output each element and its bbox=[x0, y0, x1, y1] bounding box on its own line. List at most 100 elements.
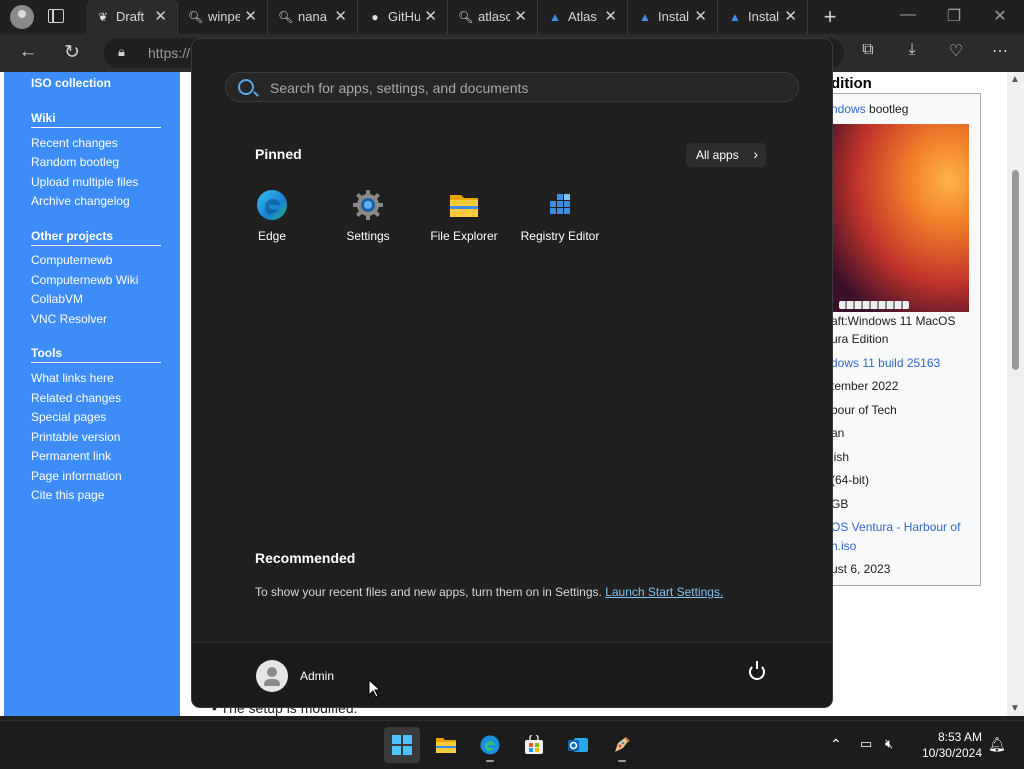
paint-icon bbox=[615, 737, 630, 752]
tab-github[interactable]: ● GitHu ✕ bbox=[358, 0, 448, 34]
nav-heading-tools: Tools bbox=[31, 346, 161, 363]
tab-winpe[interactable]: 🔍︎ winpe ✕ bbox=[178, 0, 268, 34]
nav-link[interactable]: Page information bbox=[31, 469, 122, 483]
recommended-heading: Recommended bbox=[255, 550, 356, 566]
close-tab-icon[interactable]: ✕ bbox=[694, 7, 707, 25]
start-button[interactable] bbox=[384, 727, 420, 763]
close-tab-icon[interactable]: ✕ bbox=[514, 7, 527, 25]
nav-link[interactable]: Random bootleg bbox=[31, 155, 119, 169]
start-search-box[interactable] bbox=[225, 72, 799, 102]
nav-link[interactable]: What links here bbox=[31, 371, 114, 385]
nav-link[interactable]: Recent changes bbox=[31, 136, 118, 150]
back-icon[interactable]: ← bbox=[16, 41, 40, 63]
nav-link[interactable]: Computernewb bbox=[31, 253, 112, 267]
start-icon bbox=[392, 735, 412, 755]
scroll-up-icon[interactable]: ▲ bbox=[1010, 74, 1020, 85]
nav-link[interactable]: Cite this page bbox=[31, 488, 104, 502]
tab-actions-icon[interactable] bbox=[48, 9, 64, 23]
nav-link[interactable]: VNC Resolver bbox=[31, 312, 107, 326]
tab-label: nana bbox=[298, 9, 327, 24]
infobox-file[interactable]: OS Ventura - Harbour of bbox=[831, 520, 960, 534]
recommended-text: To show your recent files and new apps, … bbox=[255, 585, 602, 599]
system-clock[interactable]: 8:53 AM 10/30/2024 bbox=[890, 729, 982, 761]
nav-heading-wiki: Wiki bbox=[31, 111, 161, 128]
more-menu-icon[interactable]: ⋯ bbox=[988, 41, 1012, 61]
close-tab-icon[interactable]: ✕ bbox=[784, 7, 797, 25]
close-tab-icon[interactable]: ✕ bbox=[424, 7, 437, 25]
restore-icon[interactable]: ❐ bbox=[944, 6, 964, 26]
tab-nana[interactable]: 🔍︎ nana ✕ bbox=[268, 0, 358, 34]
show-hidden-icons-chevron-up-icon[interactable]: ⌃ bbox=[830, 736, 842, 753]
infobox-file[interactable]: h.iso bbox=[831, 539, 856, 553]
tab-label: atlasc bbox=[478, 9, 510, 24]
scrollbar-thumb[interactable] bbox=[1012, 170, 1019, 370]
nav-link[interactable]: Computernewb Wiki bbox=[31, 273, 138, 287]
close-tab-icon[interactable]: ✕ bbox=[334, 7, 347, 25]
taskbar-outlook[interactable] bbox=[560, 727, 596, 763]
power-icon[interactable] bbox=[749, 661, 765, 680]
user-name[interactable]: Admin bbox=[300, 669, 334, 683]
scroll-down-icon[interactable]: ▼ bbox=[1010, 703, 1020, 714]
taskbar-paint[interactable] bbox=[604, 727, 640, 763]
search-icon: 🔍︎ bbox=[188, 10, 204, 24]
search-icon bbox=[238, 79, 254, 95]
notifications-bell-icon[interactable]: 🔔︎ bbox=[988, 736, 1006, 753]
infobox-caption: ura Edition bbox=[831, 332, 889, 346]
tab-atlas[interactable]: ▲ Atlas ✕ bbox=[538, 0, 628, 34]
atlas-icon: ▲ bbox=[639, 10, 651, 24]
search-icon: 🔍︎ bbox=[458, 10, 474, 24]
tab-label: GitHu bbox=[388, 9, 420, 24]
screenshot-image[interactable] bbox=[831, 124, 969, 312]
nav-link[interactable]: Printable version bbox=[31, 430, 120, 444]
tab-draft[interactable]: ❦ Draft ✕ bbox=[86, 0, 178, 34]
infobox-language: an bbox=[831, 426, 845, 440]
minimize-icon[interactable]: — bbox=[898, 6, 918, 24]
pinned-app-file-explorer[interactable]: File Explorer bbox=[416, 187, 512, 247]
infobox-date: tember 2022 bbox=[831, 379, 899, 393]
start-search-input[interactable] bbox=[268, 76, 772, 100]
taskbar-store[interactable] bbox=[516, 727, 552, 763]
close-tab-icon[interactable]: ✕ bbox=[244, 7, 257, 25]
page-scrollbar[interactable]: ▲ ▼ bbox=[1007, 72, 1024, 716]
launch-start-settings-link[interactable]: Launch Start Settings. bbox=[605, 585, 723, 599]
taskbar-edge[interactable] bbox=[472, 727, 508, 763]
pinned-app-edge[interactable]: Edge bbox=[224, 187, 320, 247]
infobox-based-on[interactable]: dows 11 build 25163 bbox=[831, 356, 940, 370]
github-icon: ● bbox=[371, 10, 379, 24]
downloads-icon[interactable]: ⤓ bbox=[900, 41, 924, 59]
tab-install-2[interactable]: ▲ Instal ✕ bbox=[718, 0, 808, 34]
nav-link[interactable]: Permanent link bbox=[31, 449, 111, 463]
nav-link[interactable]: CollabVM bbox=[31, 292, 83, 306]
chevron-right-icon: › bbox=[753, 146, 758, 162]
profile-avatar-icon[interactable] bbox=[10, 5, 34, 29]
collections-icon[interactable]: ⧉ bbox=[856, 41, 880, 59]
running-indicator bbox=[486, 760, 494, 762]
nav-link[interactable]: Archive changelog bbox=[31, 194, 130, 208]
taskbar-file-explorer[interactable] bbox=[428, 727, 464, 763]
tab-atlas-search[interactable]: 🔍︎ atlasc ✕ bbox=[448, 0, 538, 34]
nav-link-iso-collection[interactable]: ISO collection bbox=[31, 76, 111, 90]
all-apps-button[interactable]: All apps › bbox=[686, 143, 766, 167]
nav-link[interactable]: Special pages bbox=[31, 410, 106, 424]
network-icon[interactable]: ▭ bbox=[860, 736, 872, 752]
pinned-app-settings[interactable]: Settings bbox=[320, 187, 416, 247]
nav-link[interactable]: Upload multiple files bbox=[31, 175, 138, 189]
start-menu: Pinned All apps › Edge Settings bbox=[192, 39, 832, 707]
pinned-app-registry-editor[interactable]: Registry Editor bbox=[512, 187, 608, 247]
close-tab-icon[interactable]: ✕ bbox=[604, 7, 617, 25]
url-text[interactable]: https:// bbox=[148, 45, 190, 61]
infobox-author: bour of Tech bbox=[831, 403, 897, 417]
close-window-icon[interactable]: ✕ bbox=[990, 6, 1010, 26]
new-tab-icon[interactable]: + bbox=[818, 4, 842, 30]
close-tab-icon[interactable]: ✕ bbox=[154, 7, 167, 25]
infobox-type-link[interactable]: ndows bbox=[831, 102, 866, 116]
user-avatar-icon[interactable] bbox=[256, 660, 288, 692]
edge-icon bbox=[257, 190, 287, 220]
browser-essentials-icon[interactable]: ♡ bbox=[944, 41, 968, 61]
nav-link[interactable]: Related changes bbox=[31, 391, 121, 405]
tab-install-1[interactable]: ▲ Instal ✕ bbox=[628, 0, 718, 34]
taskbar: ⌃ ▭ 🔇︎ 8:53 AM 10/30/2024 🔔︎ bbox=[0, 720, 1024, 769]
infobox-type: bootleg bbox=[865, 102, 909, 116]
refresh-icon[interactable]: ↻ bbox=[60, 41, 84, 64]
edge-icon bbox=[480, 735, 500, 755]
